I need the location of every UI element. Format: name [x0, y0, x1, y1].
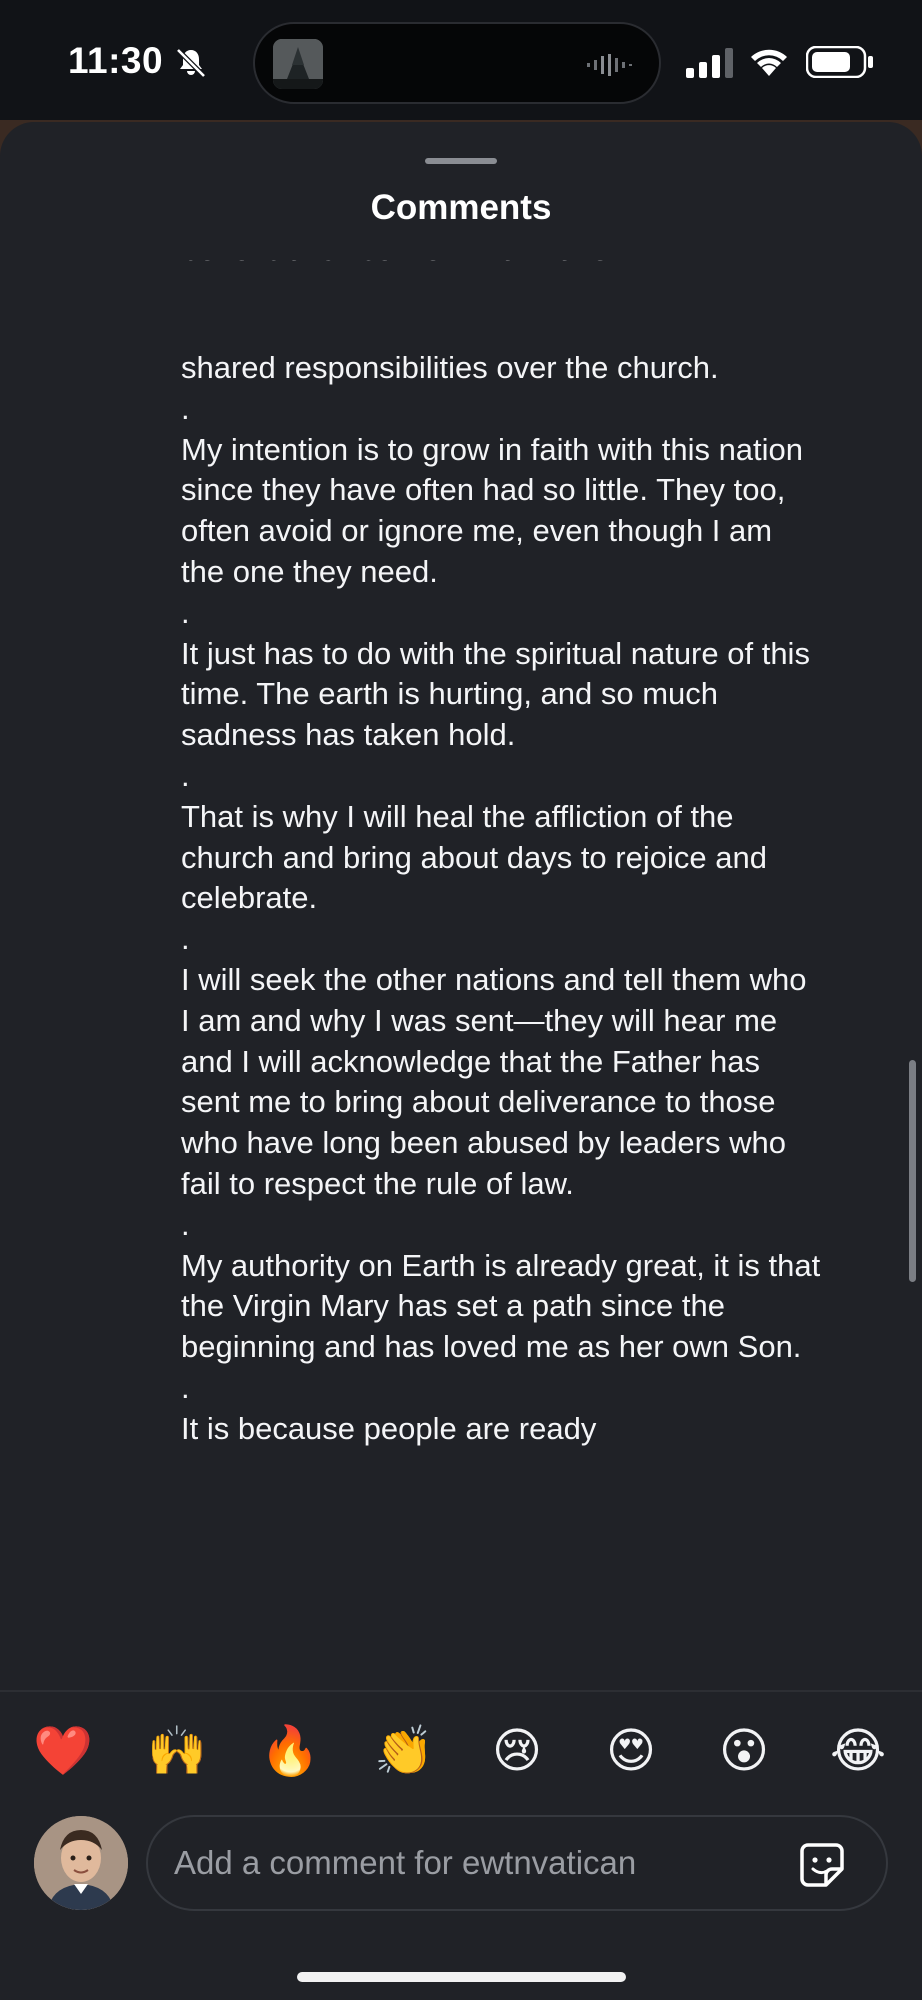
user-avatar[interactable]	[34, 1816, 128, 1910]
comment-separator: .	[181, 390, 190, 426]
sticker-icon[interactable]	[798, 1841, 846, 1889]
reaction-raising-hands[interactable]: 🙌	[146, 1720, 208, 1782]
sheet-title: Comments	[370, 188, 552, 227]
dynamic-island[interactable]	[253, 22, 661, 104]
divider	[0, 1690, 922, 1692]
comment-separator: .	[181, 757, 190, 793]
home-indicator[interactable]	[297, 1972, 626, 1982]
comment-separator: .	[181, 594, 190, 630]
sheet-grabber[interactable]	[425, 158, 497, 164]
now-playing-thumbnail	[273, 39, 323, 89]
reaction-crying-face[interactable]: 😢	[486, 1720, 548, 1782]
comment-paragraph: shared responsibilities over the church.	[181, 350, 719, 385]
comment-separator: .	[181, 1206, 190, 1242]
signal-icon	[686, 48, 733, 78]
status-bar: 11:30	[0, 0, 922, 128]
comment-paragraph: My authority on Earth is already great, …	[181, 1247, 821, 1365]
comment-paragraph: That is why I will heal the affliction o…	[181, 798, 767, 916]
reaction-surprised-face[interactable]: 😮	[713, 1720, 775, 1782]
comment-separator: .	[181, 1369, 190, 1405]
comment-paragraph: It is because people are ready	[181, 1410, 597, 1446]
reaction-heart-eyes[interactable]: 😍	[600, 1720, 662, 1782]
status-time: 11:30	[68, 40, 164, 81]
reaction-clapping-hands[interactable]: 👏	[373, 1720, 435, 1782]
comment-paragraph: I will seek the other nations and tell t…	[181, 961, 807, 1201]
comment-input[interactable]	[174, 1837, 774, 1889]
comment-body: shared responsibilities over the church.…	[181, 348, 821, 1450]
comment-cut-line: beneficial since we will all have	[181, 260, 741, 271]
comments-sheet: Comments beneficial since we will all ha…	[0, 122, 922, 2000]
quick-reactions: ❤️ 🙌 🔥 👏 😢 😍 😮 😂	[0, 1720, 922, 1790]
avatar-photo-icon	[34, 1816, 128, 1910]
reaction-fire[interactable]: 🔥	[259, 1720, 321, 1782]
reaction-tears-of-joy[interactable]: 😂	[827, 1720, 889, 1782]
tree-thumbnail-icon	[273, 39, 323, 89]
comment-paragraph: My intention is to grow in faith with th…	[181, 431, 804, 589]
scroll-indicator[interactable]	[909, 1060, 916, 1282]
comment-separator: .	[181, 921, 190, 957]
comment-composer[interactable]	[146, 1815, 888, 1911]
wifi-icon	[751, 49, 787, 76]
bell-slash-icon	[176, 48, 206, 78]
audio-waveform-icon	[587, 54, 632, 76]
reaction-red-heart[interactable]: ❤️	[32, 1720, 94, 1782]
comment-scroll-area[interactable]: beneficial since we will all have shared…	[0, 260, 922, 1686]
comment-paragraph: It just has to do with the spiritual nat…	[181, 635, 810, 753]
battery-icon	[806, 46, 873, 78]
